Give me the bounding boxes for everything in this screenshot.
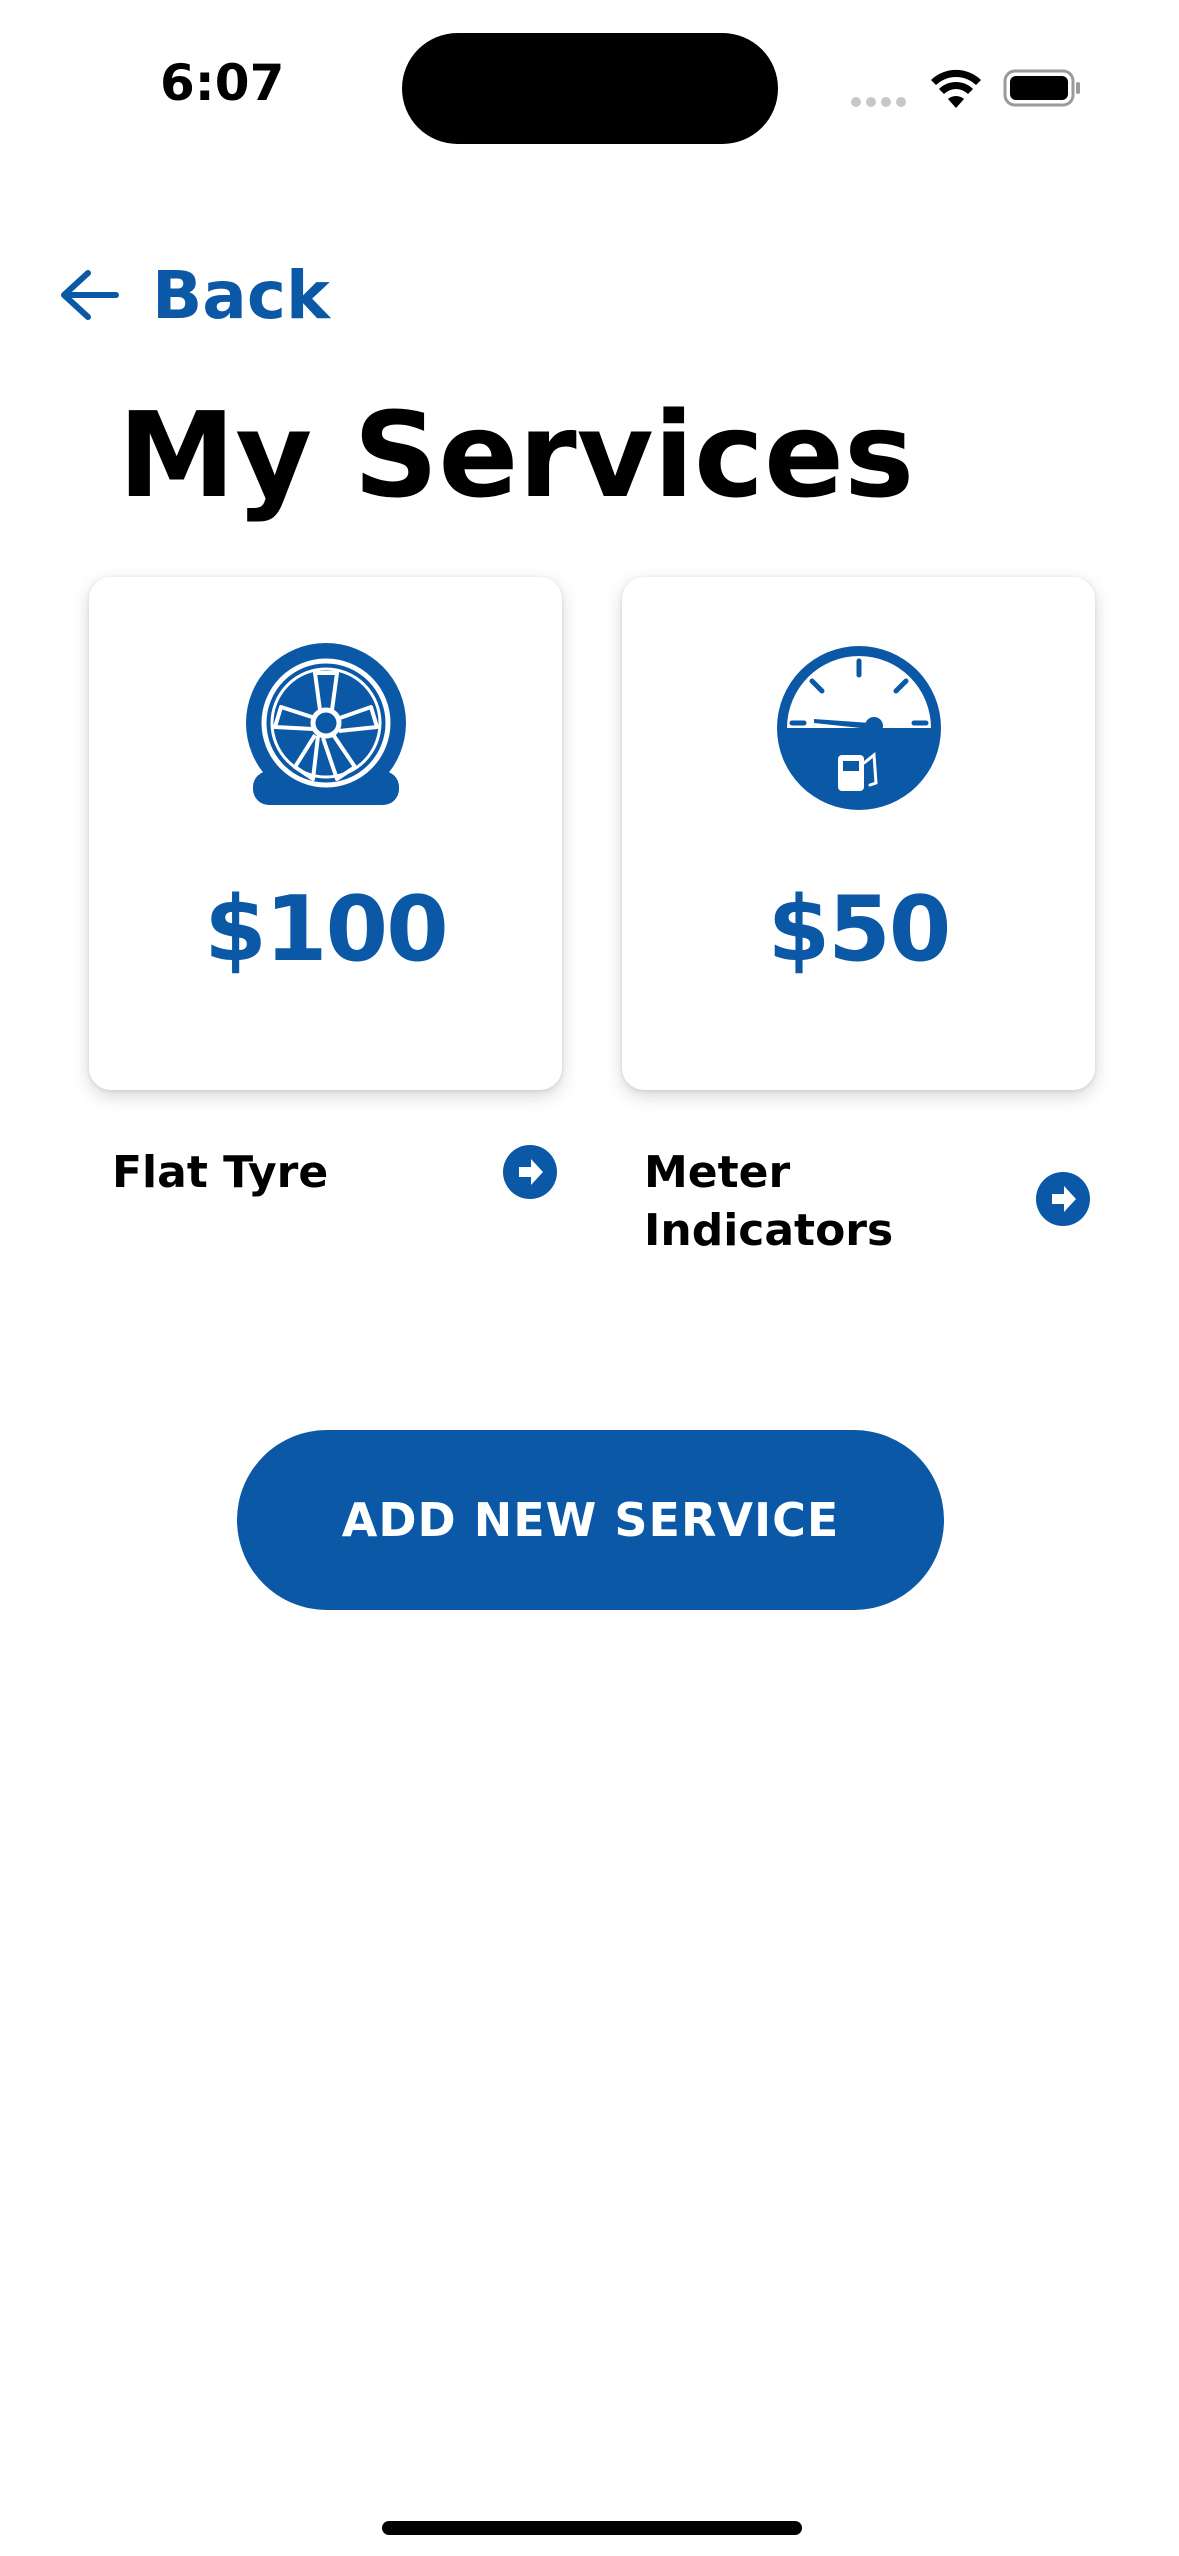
service-name: Meter Indicators xyxy=(644,1147,894,1256)
status-time: 6:07 xyxy=(160,54,285,112)
page-title: My Services xyxy=(118,386,915,524)
back-label: Back xyxy=(152,256,330,334)
flat-tyre-icon xyxy=(245,643,406,805)
fuel-gauge-icon xyxy=(776,646,941,810)
arrow-right-circle-icon xyxy=(519,1159,543,1185)
dynamic-island xyxy=(402,33,778,144)
go-arrow-button[interactable] xyxy=(1036,1172,1090,1226)
battery-icon xyxy=(1003,69,1080,107)
arrow-right-circle-icon xyxy=(1052,1186,1076,1212)
service-card-flat-tyre[interactable]: $100 xyxy=(89,577,562,1090)
service-name: Flat Tyre xyxy=(112,1147,329,1198)
service-price: $50 xyxy=(767,877,952,982)
service-card-meter-indicators[interactable]: $50 xyxy=(622,577,1095,1090)
service-price: $100 xyxy=(204,877,449,982)
back-button[interactable]: Back xyxy=(56,250,330,340)
add-new-service-button[interactable]: ADD NEW SERVICE xyxy=(237,1430,944,1610)
arrow-left-icon xyxy=(61,270,119,320)
go-arrow-button[interactable] xyxy=(503,1145,557,1199)
wifi-icon xyxy=(931,69,981,108)
home-indicator xyxy=(382,2521,802,2535)
cellular-signal-icon xyxy=(851,97,906,107)
